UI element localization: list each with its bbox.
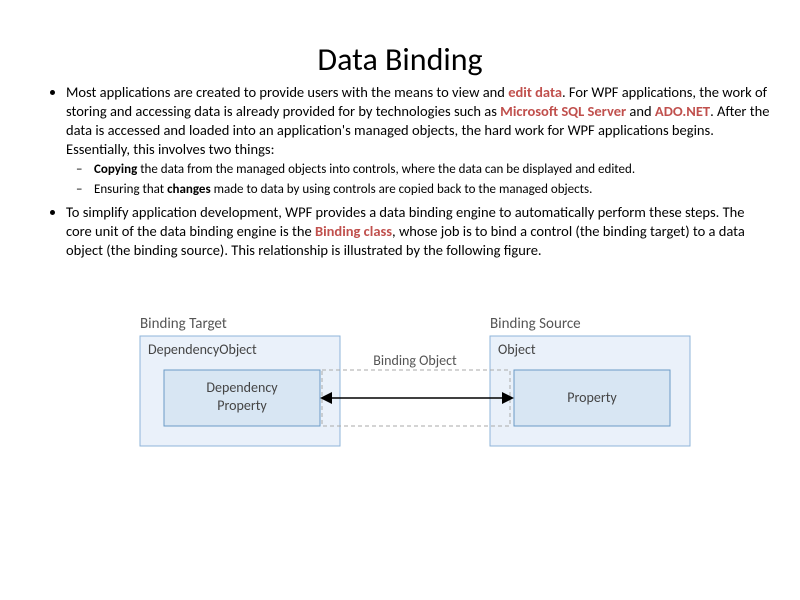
- bullet-2: To simplify application development, WPF…: [66, 203, 770, 260]
- page-title: Data Binding: [30, 40, 770, 79]
- bullet-list: Most applications are created to provide…: [30, 83, 770, 260]
- label-dependency-object: DependencyObject: [148, 341, 257, 358]
- text: the data from the managed objects into c…: [137, 162, 635, 177]
- label-object: Object: [498, 341, 536, 358]
- emphasis-changes: changes: [167, 182, 211, 197]
- binding-diagram: Binding Target DependencyObject Dependen…: [30, 310, 770, 470]
- label-dependency-property-1: Dependency: [206, 379, 278, 396]
- bullet-1: Most applications are created to provide…: [66, 83, 770, 199]
- sub-bullet-2: Ensuring that changes made to data by us…: [94, 182, 770, 199]
- label-binding-object: Binding Object: [373, 352, 457, 369]
- label-binding-target: Binding Target: [140, 315, 227, 333]
- text: and: [626, 102, 655, 120]
- label-dependency-property-2: Property: [217, 397, 267, 414]
- sub-bullet-list: Copying the data from the managed object…: [66, 162, 770, 199]
- emphasis-edit-data: edit data: [508, 83, 562, 101]
- text: Most applications are created to provide…: [66, 83, 508, 101]
- emphasis-sql-server: Microsoft SQL Server: [500, 102, 626, 120]
- emphasis-ado-net: ADO.NET: [655, 102, 710, 120]
- emphasis-binding-class: Binding class: [315, 222, 392, 240]
- diagram-svg: Binding Target DependencyObject Dependen…: [90, 310, 710, 470]
- text: Ensuring that: [94, 182, 167, 197]
- sub-bullet-1: Copying the data from the managed object…: [94, 162, 770, 179]
- label-property: Property: [567, 389, 617, 406]
- text: made to data by using controls are copie…: [211, 182, 593, 197]
- emphasis-copying: Copying: [94, 162, 137, 177]
- label-binding-source: Binding Source: [490, 315, 581, 333]
